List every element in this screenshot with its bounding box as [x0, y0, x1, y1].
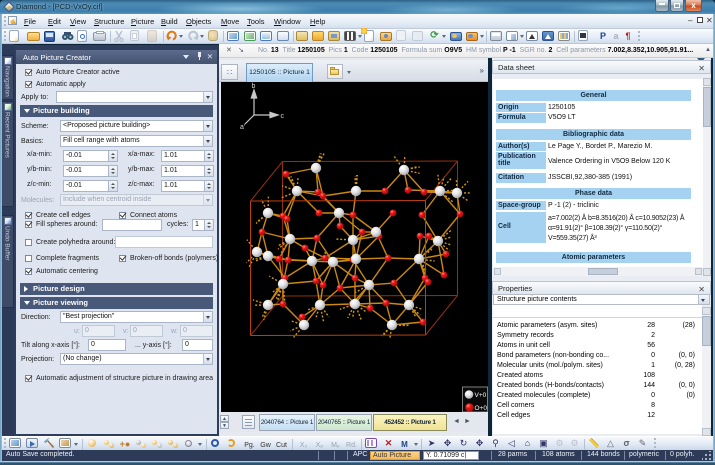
- svg-text:O+0: O+0: [475, 405, 488, 412]
- svg-text:b: b: [252, 83, 256, 90]
- svg-text:c: c: [281, 113, 285, 120]
- svg-text:V+0: V+0: [475, 392, 487, 399]
- svg-text:a': a': [240, 124, 245, 131]
